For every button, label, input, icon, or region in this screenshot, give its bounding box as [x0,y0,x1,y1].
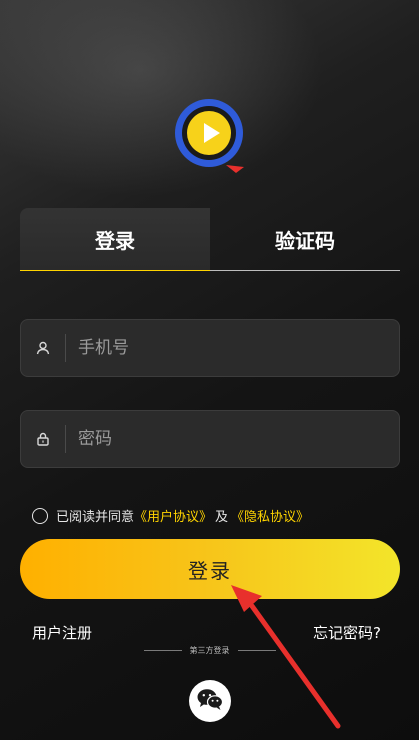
forgot-password-link[interactable]: 忘记密码? [313,622,381,643]
register-link[interactable]: 用户注册 [32,622,92,643]
wechat-icon [196,687,224,715]
login-tabs: 登录 验证码 [20,208,400,271]
active-tab-indicator [20,270,210,271]
phone-field[interactable] [20,319,400,377]
agreement-prefix: 已阅读并同意 [56,510,135,525]
user-icon [21,341,65,355]
agreement-row: 已阅读并同意 《用户协议》 及 《隐私协议》 [32,506,309,525]
password-input[interactable] [66,428,399,450]
divider-line [143,650,182,651]
phone-input[interactable] [66,337,399,359]
lock-icon [21,432,65,446]
agreement-radio[interactable] [32,507,48,524]
agreement-and: 及 [215,510,229,525]
third-party-label: 第三方登录 [189,646,230,655]
app-logo [170,95,250,175]
privacy-policy-link[interactable]: 《隐私协议》 [231,506,309,525]
password-field[interactable] [20,410,400,468]
tab-verification-code[interactable]: 验证码 [210,208,400,270]
tab-login[interactable]: 登录 [20,208,210,270]
divider-line [237,650,276,651]
login-button[interactable]: 登录 [20,539,400,599]
tab-underline [20,270,400,271]
user-agreement-link[interactable]: 《用户协议》 [134,506,212,525]
third-party-divider: 第三方登录 [0,645,419,656]
wechat-login-button[interactable] [189,680,231,722]
